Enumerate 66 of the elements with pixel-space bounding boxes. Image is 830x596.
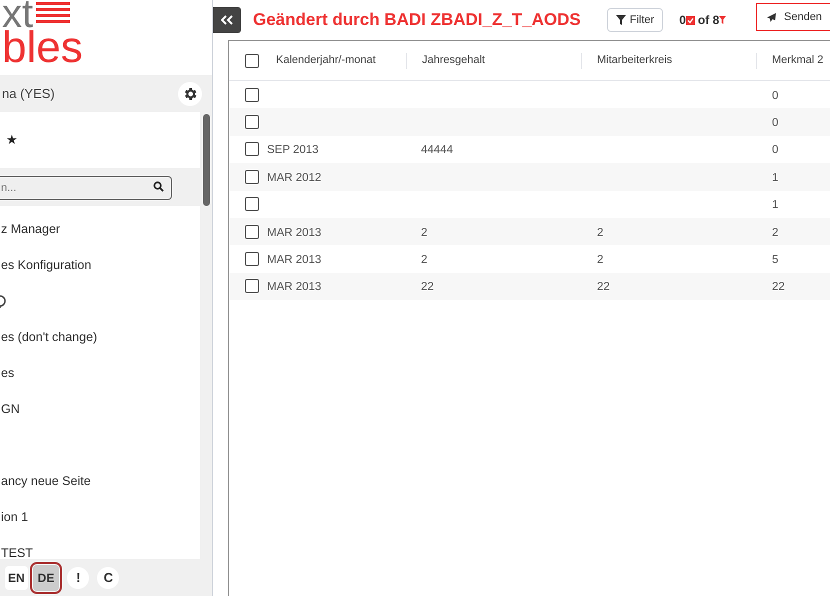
page-title: Geändert durch BADI ZBADI_Z_T_AODS: [253, 9, 581, 32]
settings-icon: [182, 86, 198, 102]
double-chevron-icon: [221, 15, 233, 25]
table-cell: 22: [421, 281, 434, 294]
row-checkbox[interactable]: [245, 54, 259, 68]
total-count: of 8: [698, 12, 720, 29]
favorites-star[interactable]: ★: [6, 130, 18, 150]
filter-icon: [719, 16, 726, 24]
table-cell: 22: [772, 281, 785, 294]
logo-text: bles: [2, 28, 83, 68]
table-cell: 2: [421, 254, 428, 266]
row-checkbox[interactable]: [245, 197, 259, 212]
menu-item[interactable]: ion 1: [0, 508, 28, 526]
table-cell: MAR 2012: [267, 172, 322, 184]
search-field[interactable]: n...: [0, 176, 172, 200]
table-cell: 2: [597, 254, 604, 266]
row-checkbox[interactable]: [245, 88, 259, 102]
language-button[interactable]: DE: [32, 564, 60, 590]
paper-plane-icon: [767, 12, 776, 22]
table-cell: 44444: [421, 144, 453, 156]
column-header[interactable]: Merkmal 2: [772, 52, 824, 69]
table-cell: 1: [772, 199, 778, 212]
column-header[interactable]: Jahresgehalt: [422, 52, 485, 69]
table-cell: 0: [772, 90, 778, 102]
menu-item[interactable]: GN: [0, 400, 20, 418]
menu-item[interactable]: es Konfiguration: [0, 256, 92, 274]
filter-button[interactable]: Filter: [606, 8, 664, 32]
selected-count: 0: [679, 12, 686, 29]
row-checkbox[interactable]: [245, 142, 259, 156]
column-header[interactable]: Kalenderjahr/-monat: [276, 52, 376, 69]
settings-button[interactable]: [178, 82, 202, 106]
logo-text: xt: [2, 0, 34, 28]
checkbox-icon: [686, 16, 695, 24]
menu-item[interactable]: ancy neue Seite: [0, 472, 91, 490]
send-button[interactable]: Senden: [756, 3, 830, 31]
logo-bars-icon: [36, 2, 70, 24]
menu-item[interactable]: es: [0, 364, 14, 382]
menu-item[interactable]: TEST: [0, 544, 33, 559]
language-button[interactable]: EN: [5, 566, 28, 590]
collapse-button[interactable]: [213, 7, 241, 33]
table-cell: 2: [421, 226, 428, 239]
round-button[interactable]: !: [67, 566, 90, 588]
column-header[interactable]: Mitarbeiterkreis: [597, 52, 672, 69]
table-cell: 22: [597, 281, 610, 294]
filter-icon: [616, 15, 626, 25]
table-cell: 1: [772, 172, 778, 184]
table-cell: 0: [772, 144, 778, 156]
round-button[interactable]: C: [97, 566, 120, 588]
row-checkbox[interactable]: [245, 279, 259, 294]
menu-item[interactable]: es (don't change): [0, 328, 98, 346]
system-label: na (YES): [2, 84, 55, 103]
menu-item[interactable]: z Manager: [0, 220, 60, 238]
table-cell: MAR 2013: [267, 254, 322, 266]
scrollbar-thumb[interactable]: [202, 114, 210, 206]
table-cell: 5: [772, 254, 778, 266]
row-checkbox[interactable]: [245, 170, 259, 184]
table-cell: MAR 2013: [267, 281, 322, 294]
table-cell: 2: [597, 226, 604, 239]
search-icon: [153, 181, 164, 192]
table-cell: 2: [772, 226, 778, 239]
table-cell: MAR 2013: [267, 226, 322, 239]
table-cell: 0: [772, 117, 778, 130]
table-cell: SEP 2013: [267, 144, 319, 156]
row-checkbox[interactable]: [245, 252, 259, 266]
row-checkbox[interactable]: [245, 115, 259, 130]
row-checkbox[interactable]: [245, 224, 259, 239]
